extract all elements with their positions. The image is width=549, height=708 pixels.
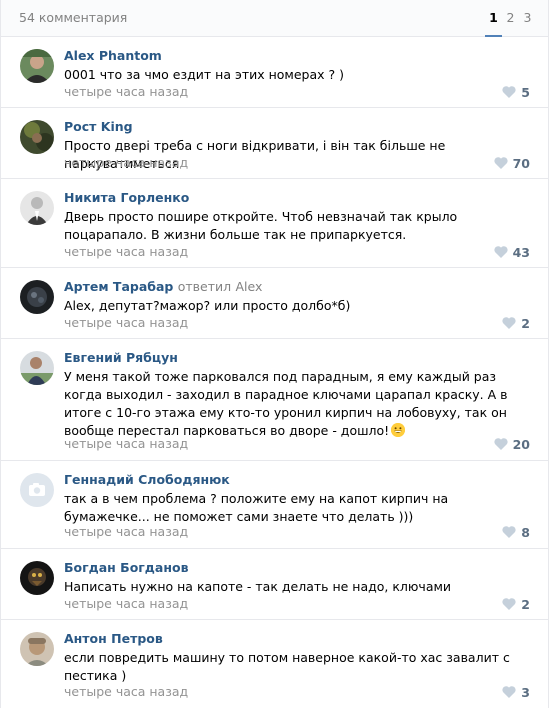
page-3-link[interactable]: 3 (519, 0, 536, 37)
comment-time[interactable]: четыре часа назад (64, 524, 188, 539)
page-2-link[interactable]: 2 (502, 0, 519, 37)
comment-item: Антон Петров если повредить машину то по… (1, 620, 548, 708)
reply-label: ответил (177, 279, 232, 294)
avatar[interactable] (20, 191, 54, 225)
like-count: 8 (521, 524, 530, 540)
like-count: 70 (512, 155, 530, 171)
avatar[interactable] (20, 561, 54, 595)
comment-text: Дверь просто пошире откройте. Чтоб невзн… (64, 209, 458, 242)
heart-icon (493, 157, 508, 169)
comment-author[interactable]: Антон Петров (64, 631, 163, 646)
like-count: 5 (521, 84, 530, 100)
comment-time[interactable]: четыре часа назад (64, 244, 188, 259)
like-count: 20 (512, 436, 530, 452)
like-count: 2 (521, 315, 530, 331)
comment-time[interactable]: четыре часа назад (64, 155, 188, 170)
heart-icon (493, 438, 508, 450)
like-button[interactable]: 5 (502, 84, 530, 100)
like-button[interactable]: 8 (502, 524, 530, 540)
like-button[interactable]: 70 (493, 155, 530, 171)
comment-time[interactable]: четыре часа назад (64, 84, 188, 99)
heart-icon (502, 526, 516, 538)
comment-author[interactable]: Рост King (64, 119, 133, 134)
page-1-link[interactable]: 1 (485, 0, 502, 37)
comment-item: Артем Тарабар ответил Alex Alex, депутат… (1, 268, 548, 339)
avatar[interactable] (20, 632, 54, 666)
like-button[interactable]: 3 (502, 684, 530, 700)
comment-item: Евгений Рябцун У меня такой тоже паркова… (1, 339, 548, 461)
like-button[interactable]: 43 (493, 244, 530, 260)
comment-author[interactable]: Геннадий Слободянюк (64, 472, 230, 487)
avatar[interactable] (20, 351, 54, 385)
like-count: 43 (512, 244, 530, 260)
like-button[interactable]: 2 (502, 596, 530, 612)
comment-item: Рост King Просто двері треба с ноги відк… (1, 108, 548, 179)
like-count: 2 (521, 596, 530, 612)
like-count: 3 (521, 684, 530, 700)
comments-count: 54 комментария (19, 10, 128, 25)
comment-time[interactable]: четыре часа назад (64, 315, 188, 330)
grinning-emoji-icon (391, 423, 406, 437)
comment-text-content: У меня такой тоже парковался под парадны… (64, 369, 508, 438)
camera-placeholder-icon (20, 473, 54, 507)
comment-text: Написать нужно на капоте - так делать не… (64, 579, 452, 594)
comment-time[interactable]: четыре часа назад (64, 436, 188, 451)
avatar[interactable] (20, 473, 54, 507)
comment-time[interactable]: четыре часа назад (64, 596, 188, 611)
reply-to-name[interactable]: Alex (235, 279, 262, 294)
comments-header: 54 комментария 1 2 3 (1, 0, 548, 37)
comment-author: Артем Тарабар ответил Alex (64, 279, 262, 294)
comment-text: если повредить машину то потом наверное … (64, 650, 510, 683)
comment-author[interactable]: Евгений Рябцун (64, 350, 178, 365)
heart-icon (502, 686, 516, 698)
comment-author[interactable]: Alex Phantom (64, 48, 162, 63)
author-name[interactable]: Артем Тарабар (64, 279, 173, 294)
comment-item: Alex Phantom 0001 что за чмо ездит на эт… (1, 37, 548, 108)
comment-text: 0001 что за чмо ездит на этих номерах ? … (64, 67, 344, 82)
avatar[interactable] (20, 49, 54, 83)
pagination: 1 2 3 (485, 0, 536, 37)
like-button[interactable]: 2 (502, 315, 530, 331)
comment-author[interactable]: Богдан Богданов (64, 560, 188, 575)
comment-item: Никита Горленко Дверь просто пошире откр… (1, 179, 548, 268)
avatar[interactable] (20, 120, 54, 154)
heart-icon (502, 317, 516, 329)
heart-icon (502, 86, 516, 98)
avatar[interactable] (20, 280, 54, 314)
comment-item: Геннадий Слободянюк так а в чем проблема… (1, 461, 548, 549)
heart-icon (502, 598, 516, 610)
comment-time[interactable]: четыре часа назад (64, 684, 188, 699)
comment-author[interactable]: Никита Горленко (64, 190, 189, 205)
comment-item: Богдан Богданов Написать нужно на капоте… (1, 549, 548, 620)
like-button[interactable]: 20 (493, 436, 530, 452)
comments-panel: 54 комментария 1 2 3 Alex Phantom 0001 ч… (0, 0, 549, 708)
heart-icon (493, 246, 508, 258)
comment-text: так а в чем проблема ? положите ему на к… (64, 491, 449, 524)
comment-text: У меня такой тоже парковался под парадны… (64, 368, 534, 440)
comment-text: Alex, депутат?мажор? или просто долбо*б) (64, 298, 351, 313)
